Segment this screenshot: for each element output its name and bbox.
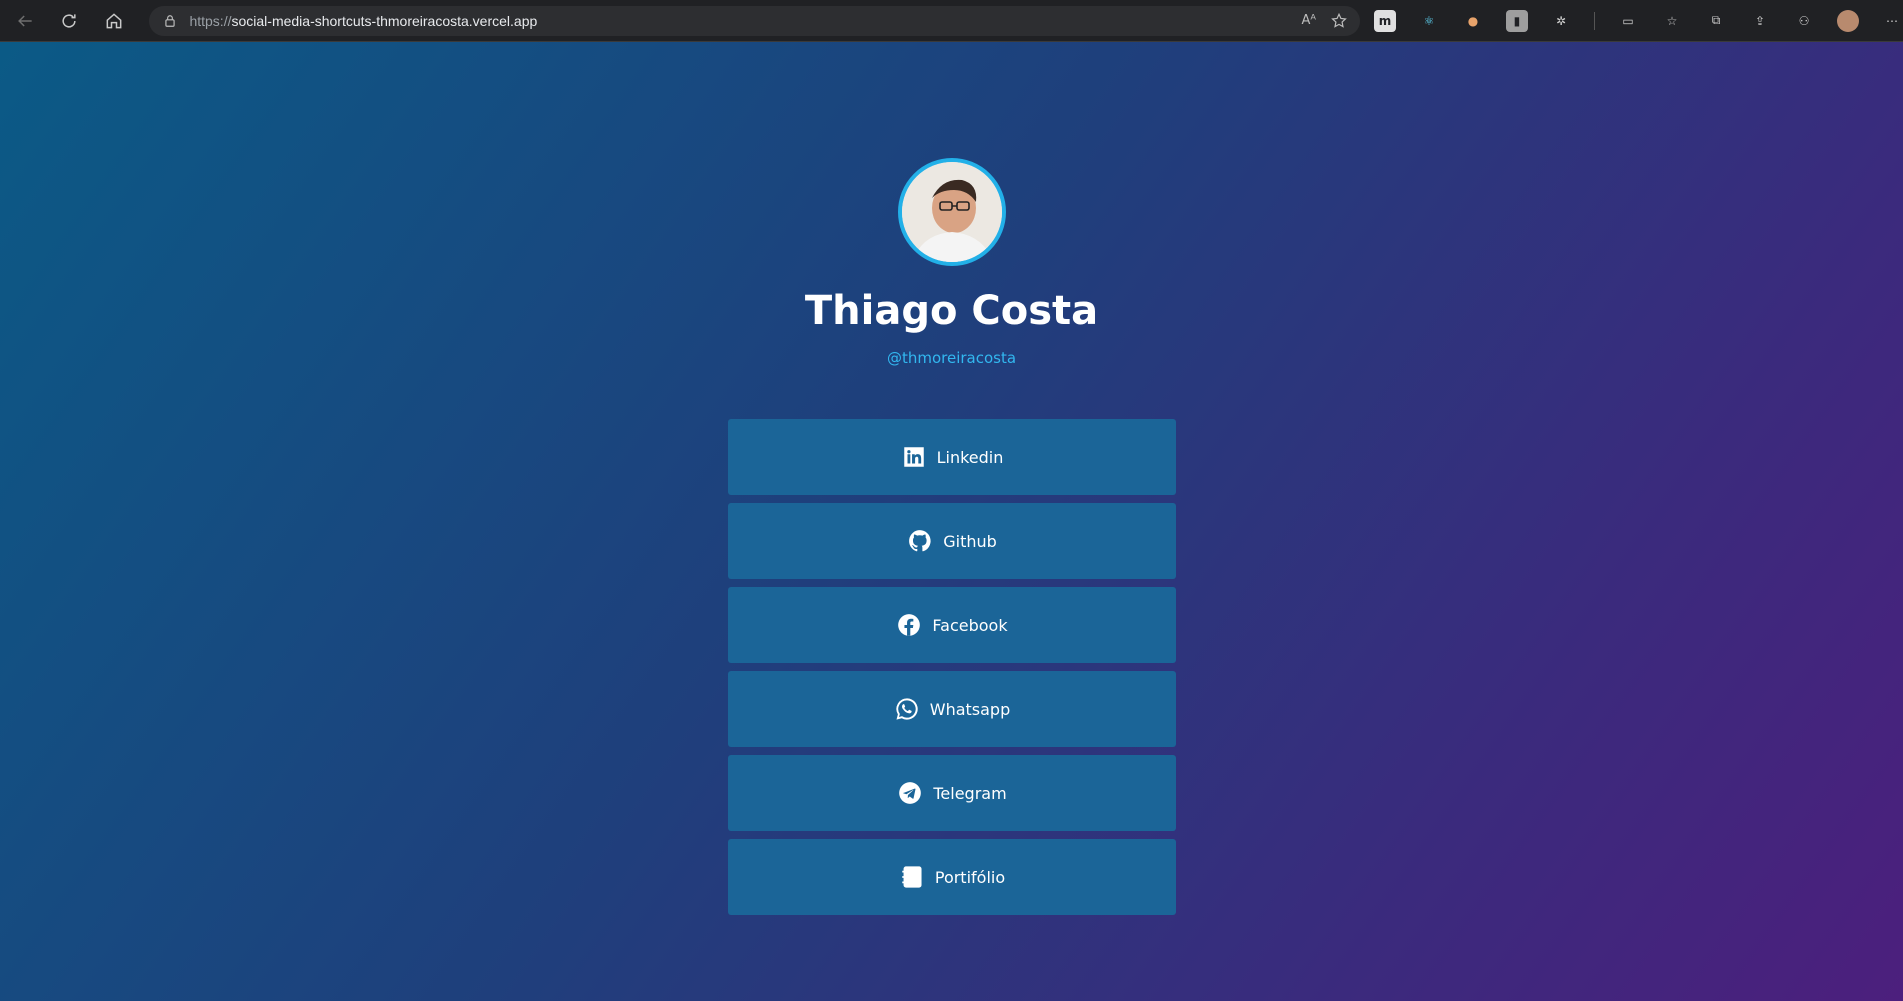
profile-avatar-icon[interactable]	[1836, 9, 1859, 32]
profile-avatar	[898, 158, 1006, 266]
arrow-left-icon	[17, 14, 32, 27]
whatsapp-icon	[896, 698, 918, 720]
extensions-puzzle-icon[interactable]: ✲	[1550, 10, 1572, 32]
lock-icon	[165, 14, 176, 27]
telegram-icon	[899, 782, 922, 804]
home-icon	[106, 12, 122, 28]
link-label: Telegram	[933, 783, 1007, 803]
facebook-icon	[898, 614, 921, 636]
portfolio-link-button[interactable]: Portifólio	[728, 839, 1176, 915]
profile-photo-icon	[902, 162, 1002, 262]
link-label: Portifólio	[934, 867, 1006, 887]
github-link-button[interactable]: Github	[728, 503, 1176, 579]
mastodon-extension-icon[interactable]: m	[1373, 9, 1396, 32]
share-icon[interactable]: ⇪	[1749, 10, 1771, 32]
read-aloud-icon[interactable]: Aᴬ	[1301, 13, 1316, 28]
extension-toolbar: m ⚛ ● ▮ ✲ ▭ ☆ ⧉ ⇪ ⚇ ⋯	[1373, 9, 1903, 32]
more-options-icon[interactable]: ⋯	[1881, 10, 1903, 32]
linkedin-link-button[interactable]: Linkedin	[728, 419, 1176, 495]
url-host: social-media-shortcuts-thmoreiracosta.ve…	[231, 12, 538, 29]
profile-name: Thiago Costa	[804, 288, 1099, 334]
extension-icon[interactable]: ▮	[1505, 9, 1528, 32]
cast-icon[interactable]: ▭	[1617, 10, 1639, 32]
telegram-link-button[interactable]: Telegram	[728, 755, 1176, 831]
react-devtools-icon[interactable]: ⚛	[1418, 10, 1440, 32]
page-background: Thiago Costa @thmoreiracosta Linkedin Gi…	[0, 42, 1903, 1001]
profile-handle[interactable]: @thmoreiracosta	[0, 349, 1903, 367]
add-favorite-icon[interactable]	[1330, 12, 1348, 30]
back-button[interactable]	[5, 4, 44, 38]
facebook-link-button[interactable]: Facebook	[728, 587, 1176, 663]
portfolio-icon	[902, 866, 922, 888]
extension-icon[interactable]: ●	[1462, 10, 1484, 32]
url-protocol: https://	[189, 12, 232, 29]
browser-toolbar: https:// social-media-shortcuts-thmoreir…	[0, 0, 1903, 42]
refresh-icon	[62, 13, 76, 28]
toolbar-divider	[1593, 11, 1595, 30]
favorites-icon[interactable]: ☆	[1661, 10, 1683, 32]
link-label: Whatsapp	[929, 699, 1011, 719]
home-button[interactable]	[94, 4, 133, 38]
address-bar[interactable]: https:// social-media-shortcuts-thmoreir…	[149, 5, 1360, 36]
link-label: Facebook	[932, 615, 1008, 635]
collections-icon[interactable]: ⧉	[1705, 10, 1727, 32]
link-label: Github	[943, 531, 997, 551]
linkedin-icon	[903, 447, 924, 467]
link-label: Linkedin	[936, 447, 1004, 467]
links-list: Linkedin Github Facebook Whatsapp Telegr…	[728, 419, 1176, 923]
address-bar-actions: Aᴬ	[1301, 12, 1360, 30]
whatsapp-link-button[interactable]: Whatsapp	[728, 671, 1176, 747]
github-icon	[909, 530, 931, 552]
performance-icon[interactable]: ⚇	[1793, 10, 1815, 32]
refresh-button[interactable]	[49, 4, 88, 38]
